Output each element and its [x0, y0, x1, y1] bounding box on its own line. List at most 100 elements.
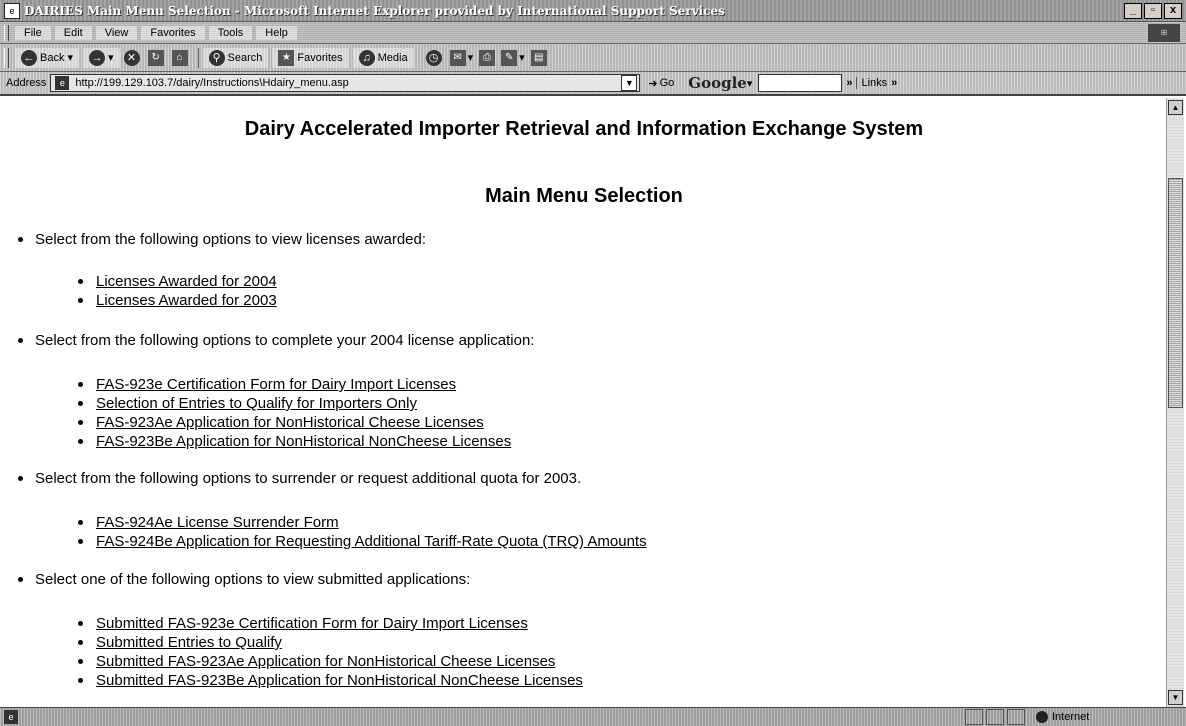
- history-icon[interactable]: ◷: [425, 49, 442, 66]
- print-icon[interactable]: ⎙: [479, 49, 496, 66]
- link-submitted-fas-923ae[interactable]: Submitted FAS-923Ae Application for NonH…: [96, 653, 555, 670]
- list-item: Submitted Entries to Qualify: [78, 633, 583, 652]
- window-title: DAIRIES Main Menu Selection - Microsoft …: [24, 3, 725, 18]
- menu-view[interactable]: View: [95, 25, 138, 40]
- section-licenses-awarded: Select from the following options to vie…: [18, 231, 426, 310]
- chevron-right-icon[interactable]: »: [891, 77, 897, 89]
- link-fas-924ae[interactable]: FAS-924Ae License Surrender Form: [96, 514, 339, 531]
- discuss-icon[interactable]: ▤: [530, 49, 547, 66]
- list-item: FAS-923Be Application for NonHistorical …: [78, 432, 534, 451]
- stop-icon[interactable]: ✕: [123, 49, 140, 66]
- home-icon[interactable]: ⌂: [171, 49, 188, 66]
- list-item: Submitted FAS-923Be Application for NonH…: [78, 671, 583, 690]
- link-fas-924be[interactable]: FAS-924Be Application for Requesting Add…: [96, 533, 647, 550]
- link-fas-923e[interactable]: FAS-923e Certification Form for Dairy Im…: [96, 376, 456, 393]
- scroll-up-icon[interactable]: ▲: [1168, 100, 1183, 115]
- address-dropdown-icon[interactable]: ▼: [621, 75, 638, 91]
- section-lead: Select one of the following options to v…: [35, 571, 471, 588]
- address-input[interactable]: e http://199.129.103.7/dairy/Instruction…: [50, 74, 641, 92]
- list-item: FAS-923Ae Application for NonHistorical …: [78, 413, 534, 432]
- media-label: Media: [377, 51, 408, 64]
- forward-arrow-icon: →: [89, 49, 105, 66]
- search-label: Search: [227, 51, 263, 64]
- list-item: FAS-924Ae License Surrender Form: [78, 513, 647, 532]
- bullet-icon: [78, 659, 83, 664]
- close-button[interactable]: x: [1164, 2, 1182, 19]
- go-arrow-icon: ➜: [648, 77, 658, 90]
- favorites-icon: ★: [278, 49, 295, 66]
- go-button[interactable]: ➜ Go: [648, 77, 674, 90]
- zone-label: Internet: [1052, 711, 1090, 723]
- standard-toolbar: ← Back ▾ → ▾ ✕ ↻ ⌂ ⚲ Search ★ Favorites …: [0, 44, 1186, 72]
- address-url[interactable]: http://199.129.103.7/dairy/Instructions\…: [75, 77, 621, 89]
- menu-bar: File Edit View Favorites Tools Help ⊞: [0, 22, 1186, 44]
- chevron-down-icon[interactable]: ▾: [67, 51, 73, 64]
- chevron-down-icon[interactable]: ▾: [519, 51, 525, 64]
- bullet-icon: [78, 520, 83, 525]
- link-submitted-fas-923e[interactable]: Submitted FAS-923e Certification Form fo…: [96, 615, 528, 632]
- search-button[interactable]: ⚲ Search: [202, 47, 269, 68]
- favorites-button[interactable]: ★ Favorites: [272, 47, 349, 68]
- link-fas-923ae[interactable]: FAS-923Ae Application for NonHistorical …: [96, 414, 484, 431]
- chevron-down-icon[interactable]: ▾: [108, 51, 114, 64]
- scrollbar-thumb[interactable]: [1168, 178, 1183, 408]
- bullet-icon: [18, 237, 23, 242]
- list-item: FAS-923e Certification Form for Dairy Im…: [78, 375, 534, 394]
- status-pane: [986, 709, 1004, 725]
- menu-help[interactable]: Help: [256, 25, 297, 40]
- link-selection-of-entries[interactable]: Selection of Entries to Qualify for Impo…: [96, 395, 417, 412]
- links-button[interactable]: Links: [856, 77, 887, 89]
- mail-icon[interactable]: ✉: [449, 49, 466, 66]
- page-icon: e: [55, 76, 70, 90]
- toolbar-grip[interactable]: [4, 47, 9, 68]
- menu-tools[interactable]: Tools: [208, 25, 253, 40]
- menu-favorites[interactable]: Favorites: [141, 25, 205, 40]
- media-button[interactable]: ♫ Media: [352, 47, 414, 68]
- edit-icon[interactable]: ✎: [501, 49, 518, 66]
- link-submitted-entries[interactable]: Submitted Entries to Qualify: [96, 634, 282, 651]
- menu-file[interactable]: File: [15, 25, 51, 40]
- menu-grip[interactable]: [4, 24, 9, 41]
- page-subtitle: Main Menu Selection: [485, 185, 683, 207]
- toolbar-separator: [197, 47, 199, 68]
- address-bar: Address e http://199.129.103.7/dairy/Ins…: [0, 72, 1186, 96]
- bullet-icon: [78, 678, 83, 683]
- chevron-down-icon[interactable]: ▾: [747, 77, 753, 90]
- maximize-button[interactable]: ▫: [1144, 2, 1162, 19]
- back-label: Back: [40, 51, 65, 64]
- vertical-scrollbar[interactable]: ▲ ▼: [1166, 98, 1184, 707]
- status-panes: Internet: [965, 709, 1186, 725]
- chevron-down-icon[interactable]: ▾: [468, 51, 474, 64]
- refresh-icon[interactable]: ↻: [147, 49, 164, 66]
- go-label: Go: [659, 77, 675, 89]
- bullet-icon: [78, 539, 83, 544]
- bullet-icon: [18, 476, 23, 481]
- window-controls: _ ▫ x: [1124, 2, 1182, 19]
- forward-button[interactable]: → ▾: [83, 47, 120, 68]
- windows-logo-icon: ⊞: [1148, 23, 1180, 42]
- bullet-icon: [78, 420, 83, 425]
- section-submitted-applications: Select one of the following options to v…: [18, 571, 583, 690]
- page-title: Dairy Accelerated Importer Retrieval and…: [244, 118, 924, 140]
- chevron-right-icon[interactable]: »: [846, 77, 852, 89]
- link-submitted-fas-923be[interactable]: Submitted FAS-923Be Application for NonH…: [96, 672, 583, 689]
- google-search-input[interactable]: [758, 74, 843, 92]
- address-label: Address: [6, 77, 47, 89]
- internet-globe-icon: [1036, 711, 1048, 723]
- back-button[interactable]: ← Back ▾: [15, 47, 79, 68]
- link-fas-923be[interactable]: FAS-923Be Application for NonHistorical …: [96, 433, 511, 450]
- list-item: Submitted FAS-923Ae Application for NonH…: [78, 652, 583, 671]
- bullet-icon: [78, 640, 83, 645]
- minimize-button[interactable]: _: [1124, 2, 1142, 19]
- title-bar: e DAIRIES Main Menu Selection - Microsof…: [0, 0, 1186, 22]
- section-lead: Select from the following options to sur…: [35, 470, 582, 487]
- back-arrow-icon: ←: [21, 49, 37, 66]
- list-item: Selection of Entries to Qualify for Impo…: [78, 394, 534, 413]
- menu-edit[interactable]: Edit: [54, 25, 92, 40]
- google-toolbar-logo[interactable]: Google: [688, 74, 747, 92]
- scroll-down-icon[interactable]: ▼: [1168, 690, 1183, 705]
- link-licenses-2003[interactable]: Licenses Awarded for 2003: [96, 292, 277, 309]
- link-licenses-2004[interactable]: Licenses Awarded for 2004: [96, 273, 277, 290]
- bullet-icon: [78, 621, 83, 626]
- bullet-icon: [78, 401, 83, 406]
